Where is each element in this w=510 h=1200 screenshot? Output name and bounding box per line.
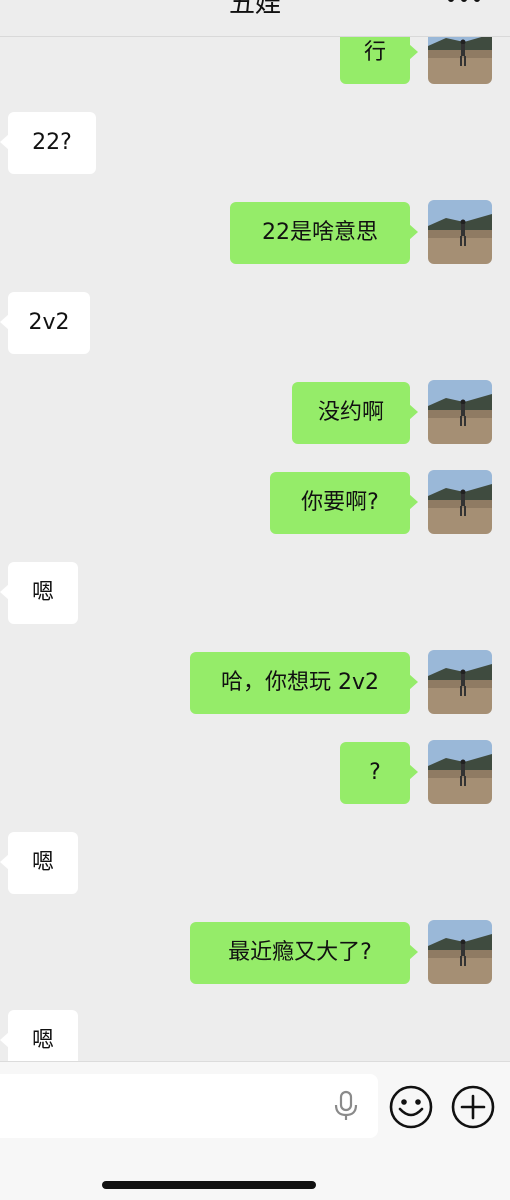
message-input[interactable]: [0, 1074, 378, 1138]
my-avatar[interactable]: [428, 650, 492, 714]
more-dots-icon[interactable]: [446, 0, 482, 8]
my-avatar[interactable]: [428, 740, 492, 804]
avatar-photo-icon: [428, 200, 492, 264]
outgoing-bubble[interactable]: ?: [340, 742, 418, 804]
chat-header: 五娃: [0, 0, 510, 37]
incoming-bubble[interactable]: 嗯: [0, 832, 78, 894]
my-avatar[interactable]: [428, 380, 492, 444]
chat-title: 五娃: [228, 0, 281, 19]
incoming-bubble[interactable]: 22?: [0, 112, 96, 174]
my-avatar[interactable]: [428, 470, 492, 534]
avatar-photo-icon: [428, 740, 492, 804]
outgoing-bubble[interactable]: 哈，你想玩 2v2: [190, 652, 418, 714]
message-list[interactable]: 行 22? 22是啥意思 2v2 没约啊 你要啊? 嗯 哈，你想玩 2v2 ? …: [0, 0, 510, 1072]
home-indicator: [102, 1181, 316, 1189]
my-avatar[interactable]: [428, 200, 492, 264]
outgoing-bubble[interactable]: 你要啊?: [270, 472, 418, 534]
avatar-photo-icon: [428, 380, 492, 444]
outgoing-bubble[interactable]: 最近瘾又大了?: [190, 922, 418, 984]
incoming-bubble[interactable]: 2v2: [0, 292, 90, 354]
my-avatar[interactable]: [428, 920, 492, 984]
avatar-photo-icon: [428, 920, 492, 984]
input-bar: [0, 1061, 510, 1200]
chat-screen: 行 22? 22是啥意思 2v2 没约啊 你要啊? 嗯 哈，你想玩 2v2 ? …: [0, 0, 510, 1200]
avatar-photo-icon: [428, 470, 492, 534]
avatar-photo-icon: [428, 650, 492, 714]
microphone-icon[interactable]: [332, 1090, 360, 1122]
plus-icon[interactable]: [450, 1084, 496, 1130]
incoming-bubble[interactable]: 嗯: [0, 562, 78, 624]
emoji-icon[interactable]: [388, 1084, 434, 1130]
outgoing-bubble[interactable]: 22是啥意思: [230, 202, 418, 264]
outgoing-bubble[interactable]: 没约啊: [292, 382, 418, 444]
